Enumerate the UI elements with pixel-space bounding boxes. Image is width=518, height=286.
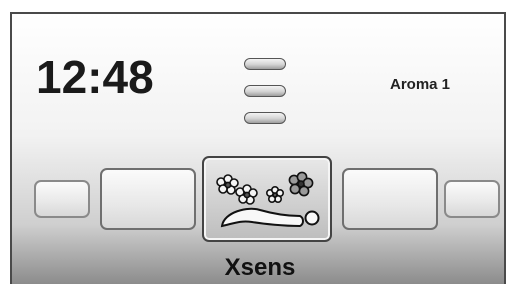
menu-bar-icon <box>244 85 286 97</box>
clock-time: 12:48 <box>36 51 154 103</box>
aroma-label: Aroma 1 <box>390 76 451 93</box>
menu-button[interactable] <box>244 58 286 128</box>
selected-mode-label: Xsens <box>224 254 296 281</box>
carousel-item-left[interactable] <box>100 168 196 230</box>
carousel-item-right[interactable] <box>342 168 438 230</box>
carousel-item-far-right[interactable] <box>444 180 500 218</box>
display-screen: 12:48 Aroma 1 Xsens <box>10 12 506 284</box>
carousel-item-selected[interactable] <box>202 156 332 242</box>
carousel-item-far-left[interactable] <box>34 180 90 218</box>
menu-bar-icon <box>244 112 286 124</box>
flowers-reclining-person-icon <box>216 171 320 228</box>
menu-bar-icon <box>244 58 286 70</box>
